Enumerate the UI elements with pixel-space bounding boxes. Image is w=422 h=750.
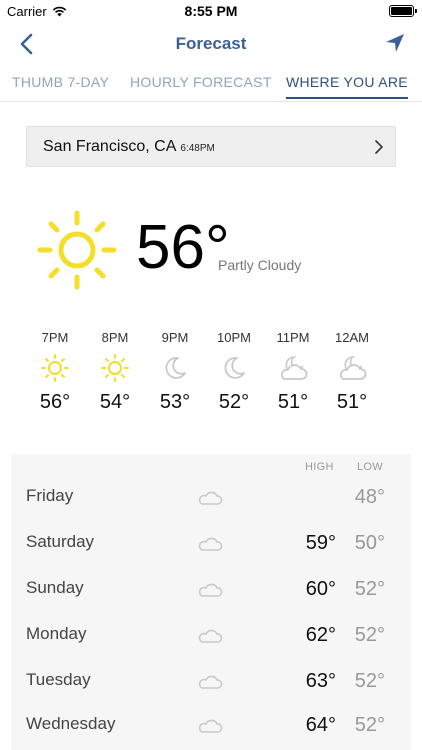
day-high: 62° <box>305 624 336 646</box>
day-high: 63° <box>305 670 336 692</box>
hour-item: 11PM 51° <box>263 330 323 414</box>
hour-temp: 56° <box>39 391 71 413</box>
high-header: HIGH <box>305 461 334 473</box>
city-name: San Francisco, CA <box>43 138 177 155</box>
hour-label: 8PM <box>101 330 129 345</box>
hour-temp: 54° <box>99 391 131 413</box>
sun-icon <box>101 354 129 382</box>
hour-temp: 52° <box>218 391 250 413</box>
day-row[interactable]: Monday 62° 52° <box>11 614 411 660</box>
cloud-icon <box>198 719 223 733</box>
tab-where-you-are[interactable]: WHERE YOU ARE <box>286 74 408 99</box>
moon-cloud-icon <box>280 356 308 380</box>
hour-label: 12AM <box>335 330 369 345</box>
sun-icon <box>41 354 69 382</box>
day-name: Saturday <box>26 532 95 551</box>
current-temperature: 56° <box>136 213 230 282</box>
day-row[interactable]: Sunday 60° 52° <box>11 568 411 614</box>
day-low: 52° <box>354 578 385 600</box>
day-low: 52° <box>354 714 385 736</box>
hour-temp: 51° <box>336 391 368 413</box>
day-name: Friday <box>26 486 74 505</box>
hour-temp: 51° <box>277 391 309 413</box>
day-row[interactable]: Wednesday 64° 52° <box>11 704 411 750</box>
day-row[interactable]: Saturday 59° 50° <box>11 522 411 568</box>
cloud-icon <box>198 583 223 597</box>
low-header: LOW <box>357 461 383 473</box>
hour-label: 7PM <box>41 330 69 345</box>
day-name: Sunday <box>26 578 84 597</box>
tab-bar: THUMB 7-DAY HOURLY FORECAST WHERE YOU AR… <box>0 66 422 102</box>
local-time: 6:48PM <box>180 143 215 154</box>
hour-label: 10PM <box>217 330 251 345</box>
cloud-icon <box>198 629 223 643</box>
hour-label: 9PM <box>161 330 189 345</box>
sun-icon <box>37 210 117 290</box>
day-high: 59° <box>305 532 336 554</box>
day-name: Monday <box>26 624 87 643</box>
moon-icon <box>224 357 245 379</box>
daily-forecast: HIGH LOW Friday 48° Saturday 59° 50° Sun… <box>11 454 411 750</box>
day-low: 52° <box>354 624 385 646</box>
hourly-strip[interactable]: 7PM 56° 8PM 54° 9PM 53° 10PM 52° 11PM 51… <box>0 330 422 430</box>
day-low: 52° <box>354 670 385 692</box>
hour-item: 7PM 56° <box>25 330 85 414</box>
location-selector[interactable]: San Francisco, CA 6:48PM <box>26 126 396 167</box>
current-conditions: 56° Partly Cloudy <box>0 205 422 295</box>
hour-item: 12AM 51° <box>322 330 382 414</box>
day-row[interactable]: Tuesday 63° 52° <box>11 660 411 706</box>
cloud-icon <box>198 491 223 505</box>
status-time: 8:55 PM <box>184 3 238 19</box>
moon-icon <box>165 357 186 379</box>
day-low: 48° <box>354 486 385 508</box>
hour-label: 11PM <box>276 330 310 345</box>
hour-item: 8PM 54° <box>85 330 145 414</box>
location-arrow-icon[interactable] <box>384 32 406 54</box>
hour-item: 10PM 52° <box>204 330 264 414</box>
nav-bar: Forecast <box>0 22 422 66</box>
hour-temp: 53° <box>159 391 191 413</box>
cloud-icon <box>198 675 223 689</box>
hour-item: 9PM 53° <box>145 330 205 414</box>
day-name: Tuesday <box>26 670 91 689</box>
location-city: San Francisco, CA 6:48PM <box>43 138 215 156</box>
moon-cloud-icon <box>339 356 367 380</box>
battery-icon <box>389 5 417 17</box>
tab-thumb-7-day[interactable]: THUMB 7-DAY <box>12 74 109 90</box>
day-high: 64° <box>305 714 336 736</box>
cloud-icon <box>198 537 223 551</box>
chevron-right-icon <box>375 140 383 154</box>
current-condition: Partly Cloudy <box>218 257 302 273</box>
tab-hourly-forecast[interactable]: HOURLY FORECAST <box>130 74 272 90</box>
day-high: 60° <box>305 578 336 600</box>
day-row[interactable]: Friday 48° <box>11 476 411 522</box>
day-name: Wednesday <box>26 714 116 733</box>
status-bar: Carrier 8:55 PM <box>0 0 422 22</box>
page-title: Forecast <box>175 34 247 53</box>
day-low: 50° <box>354 532 385 554</box>
